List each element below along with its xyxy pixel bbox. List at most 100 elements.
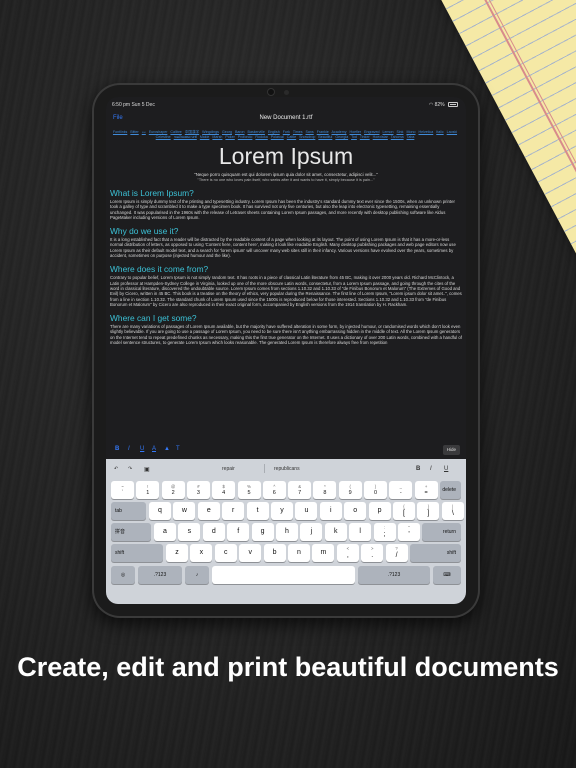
font-link[interactable]: Profondo	[238, 135, 253, 139]
kb-italic-button[interactable]: I	[430, 466, 432, 472]
font-link[interactable]: Mono	[406, 130, 415, 134]
key-d[interactable]: d	[202, 523, 225, 541]
key-b[interactable]: b	[263, 544, 286, 562]
key-o[interactable]: o	[344, 502, 367, 520]
key-e[interactable]: e	[197, 502, 220, 520]
key-0[interactable]: ) 0	[364, 481, 387, 499]
italic-button[interactable]: I	[128, 446, 130, 452]
key-h[interactable]: h	[276, 523, 298, 541]
font-link[interactable]: Frankie	[317, 130, 329, 134]
key-y[interactable]: y	[271, 502, 293, 520]
key-;[interactable]: :;	[373, 523, 396, 541]
font-link[interactable]: Helvetica	[418, 130, 433, 134]
font-link[interactable]: Wingdings	[202, 130, 219, 134]
font-link[interactable]: Poker	[225, 135, 234, 139]
font-link[interactable]: Tinker	[360, 135, 370, 139]
font-link[interactable]: 中国漢字	[185, 130, 199, 134]
font-link[interactable]: Polarcal	[271, 135, 284, 139]
font-link[interactable]: Beautiful	[318, 135, 332, 139]
text-style-button[interactable]: T	[176, 446, 180, 452]
key-3[interactable]: #3	[186, 481, 210, 499]
font-link[interactable]: Lemon	[382, 130, 393, 134]
font-link[interactable]: Sink	[396, 130, 403, 134]
prediction-item[interactable]: repair	[222, 466, 235, 472]
key-/[interactable]: ? /	[385, 544, 408, 562]
font-link[interactable]: Euroshaper	[149, 130, 168, 134]
font-link[interactable]: Baskerville	[248, 130, 265, 134]
key-,[interactable]: <,	[336, 544, 359, 562]
language-key[interactable]: 拼音	[111, 523, 151, 541]
key-.[interactable]: >.	[361, 544, 384, 562]
key-4[interactable]: $4	[212, 481, 236, 499]
font-link[interactable]: Engraved	[364, 130, 379, 134]
document-body[interactable]: Lorem Ipsum "Neque porro quisquam est qu…	[106, 141, 466, 345]
kb-underline-button[interactable]: U	[444, 466, 448, 472]
key-`[interactable]: ~ `	[111, 481, 134, 499]
key-x[interactable]: x	[190, 544, 213, 562]
numbers-key-right[interactable]: .?123	[358, 566, 430, 584]
key-u[interactable]: u	[295, 502, 318, 520]
key-s[interactable]: s	[178, 523, 201, 541]
file-button[interactable]: File	[113, 115, 123, 121]
key-][interactable]: }]	[417, 502, 440, 520]
font-link[interactable]: Marsh	[212, 135, 222, 139]
tab-key[interactable]: tab	[111, 502, 146, 520]
font-link[interactable]: Sans	[306, 130, 314, 134]
font-link[interactable]: Rodoka	[255, 135, 267, 139]
font-link[interactable]: Bitter	[130, 130, 138, 134]
font-link[interactable]: Cattle	[287, 135, 296, 139]
font-link[interactable]: Hoefler	[350, 130, 362, 134]
font-link[interactable]: വലിയമ്മാവൻ	[174, 135, 197, 139]
key-9[interactable]: (9	[338, 481, 362, 499]
font-link[interactable]: Taba	[407, 135, 415, 139]
key-k[interactable]: k	[324, 523, 347, 541]
key-5[interactable]: % 5	[237, 481, 261, 499]
key-j[interactable]: j	[300, 523, 323, 541]
kb-bold-button[interactable]: B	[416, 466, 420, 472]
key-n[interactable]: n	[288, 544, 310, 562]
shift-key-left[interactable]: shift	[111, 544, 163, 562]
key-v[interactable]: v	[239, 544, 262, 562]
numbers-key-left[interactable]: .?123	[138, 566, 182, 584]
key-=[interactable]: + =	[414, 481, 438, 499]
font-link[interactable]: Hoexistar	[373, 135, 388, 139]
font-link[interactable]: Italic	[436, 130, 443, 134]
font-link[interactable]: Laoski	[447, 130, 457, 134]
undo-icon[interactable]: ↶	[114, 466, 118, 472]
prediction-item[interactable]: republicans	[274, 466, 300, 472]
key-r[interactable]: r	[222, 502, 245, 520]
key-z[interactable]: z	[166, 544, 188, 562]
dismiss-keyboard-key[interactable]: ⌨	[433, 566, 461, 584]
underline-button[interactable]: U	[140, 446, 144, 452]
key-a[interactable]: a	[154, 523, 176, 541]
globe-key[interactable]: ◎	[111, 566, 135, 584]
key-g[interactable]: g	[251, 523, 274, 541]
font-link[interactable]: Fork	[283, 130, 290, 134]
font-link[interactable]: Tod	[351, 135, 357, 139]
text-color-icon[interactable]: ▲	[164, 446, 170, 452]
key-t[interactable]: t	[246, 502, 269, 520]
key-7[interactable]: & 7	[288, 481, 312, 499]
delete-key[interactable]: delete	[439, 481, 461, 499]
key-\[interactable]: | \	[441, 502, 464, 520]
font-link[interactable]: Fontlinks	[113, 130, 127, 134]
key-m[interactable]: m	[312, 544, 335, 562]
font-link[interactable]: Times	[293, 130, 303, 134]
font-link[interactable]: ခမ	[142, 130, 146, 134]
font-link[interactable]: English	[268, 130, 280, 134]
font-link[interactable]: Tahoma	[391, 135, 404, 139]
key-[[interactable]: {[	[393, 502, 415, 520]
key-w[interactable]: w	[173, 502, 196, 520]
space-bar[interactable]	[212, 566, 355, 584]
key--[interactable]: _ -	[389, 481, 413, 499]
key-c[interactable]: c	[214, 544, 237, 562]
key-6[interactable]: ^ 6	[262, 481, 286, 499]
redo-icon[interactable]: ↷	[128, 466, 132, 472]
mic-key[interactable]: ♪	[185, 566, 209, 584]
font-link[interactable]: Calibre	[170, 130, 181, 134]
font-link[interactable]: Baron	[235, 130, 245, 134]
font-link[interactable]: Celestine	[156, 135, 171, 139]
bold-button[interactable]: B	[115, 446, 119, 452]
key-8[interactable]: * 8	[313, 481, 337, 499]
key-2[interactable]: @2	[161, 481, 185, 499]
